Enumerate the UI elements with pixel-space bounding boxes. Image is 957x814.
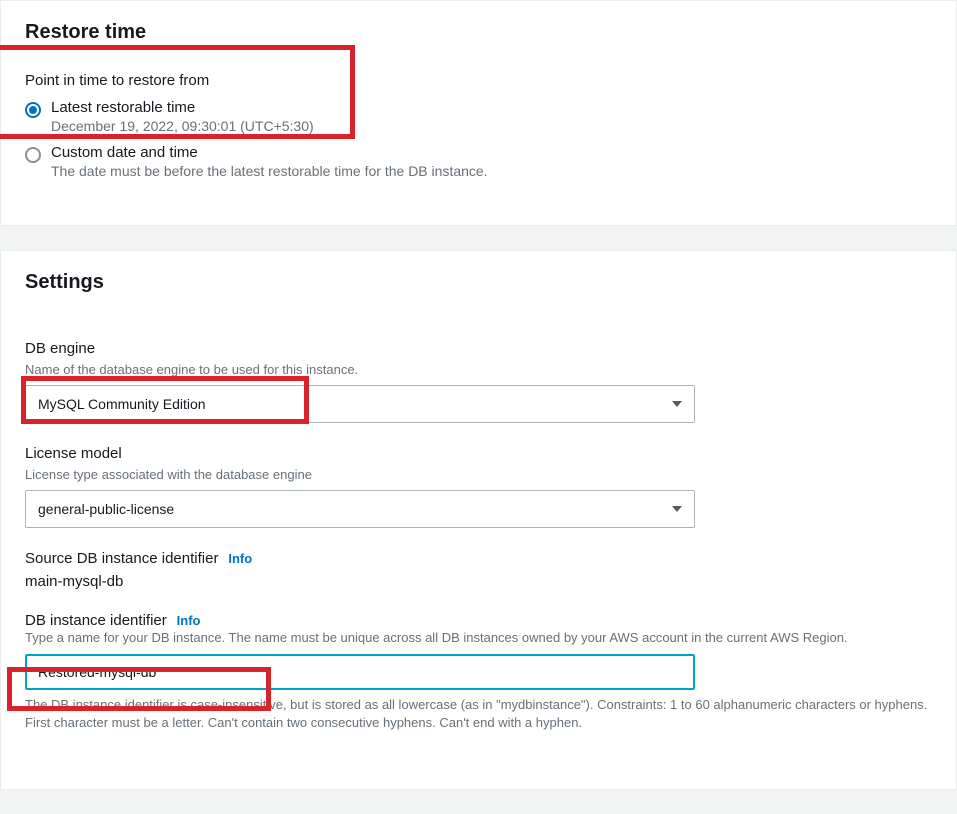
db-engine-value: MySQL Community Edition <box>38 396 206 412</box>
db-identifier-info-link[interactable]: Info <box>177 613 201 628</box>
point-in-time-label: Point in time to restore from <box>25 72 932 89</box>
source-db-info-link[interactable]: Info <box>228 551 252 566</box>
radio-latest-restorable[interactable]: Latest restorable time December 19, 2022… <box>25 99 932 134</box>
db-instance-identifier-label: DB instance identifier <box>25 612 167 629</box>
license-model-label: License model <box>25 445 932 462</box>
source-db-identifier-label: Source DB instance identifier <box>25 550 218 567</box>
source-db-identifier-value: main-mysql-db <box>25 573 932 590</box>
license-model-value: general-public-license <box>38 501 174 517</box>
radio-button-unselected-icon <box>25 147 41 163</box>
radio-custom-help: The date must be before the latest resto… <box>51 163 488 179</box>
radio-latest-label: Latest restorable time <box>51 99 314 116</box>
db-engine-select[interactable]: MySQL Community Edition <box>25 385 695 423</box>
db-engine-label: DB engine <box>25 340 932 357</box>
license-model-select[interactable]: general-public-license <box>25 490 695 528</box>
license-model-help: License type associated with the databas… <box>25 466 932 484</box>
caret-down-icon <box>672 506 682 512</box>
radio-latest-timestamp: December 19, 2022, 09:30:01 (UTC+5:30) <box>51 118 314 134</box>
restore-time-panel: Restore time Point in time to restore fr… <box>0 0 957 226</box>
radio-custom-label: Custom date and time <box>51 144 488 161</box>
radio-button-selected-icon <box>25 102 41 118</box>
settings-panel: Settings DB engine Name of the database … <box>0 250 957 790</box>
db-instance-identifier-input[interactable] <box>25 654 695 690</box>
db-identifier-constraint: The DB instance identifier is case-insen… <box>25 696 932 732</box>
db-engine-help: Name of the database engine to be used f… <box>25 361 932 379</box>
db-identifier-help: Type a name for your DB instance. The na… <box>25 629 932 647</box>
settings-heading: Settings <box>25 271 932 294</box>
radio-custom-datetime[interactable]: Custom date and time The date must be be… <box>25 144 932 179</box>
caret-down-icon <box>672 401 682 407</box>
restore-time-heading: Restore time <box>25 21 932 44</box>
